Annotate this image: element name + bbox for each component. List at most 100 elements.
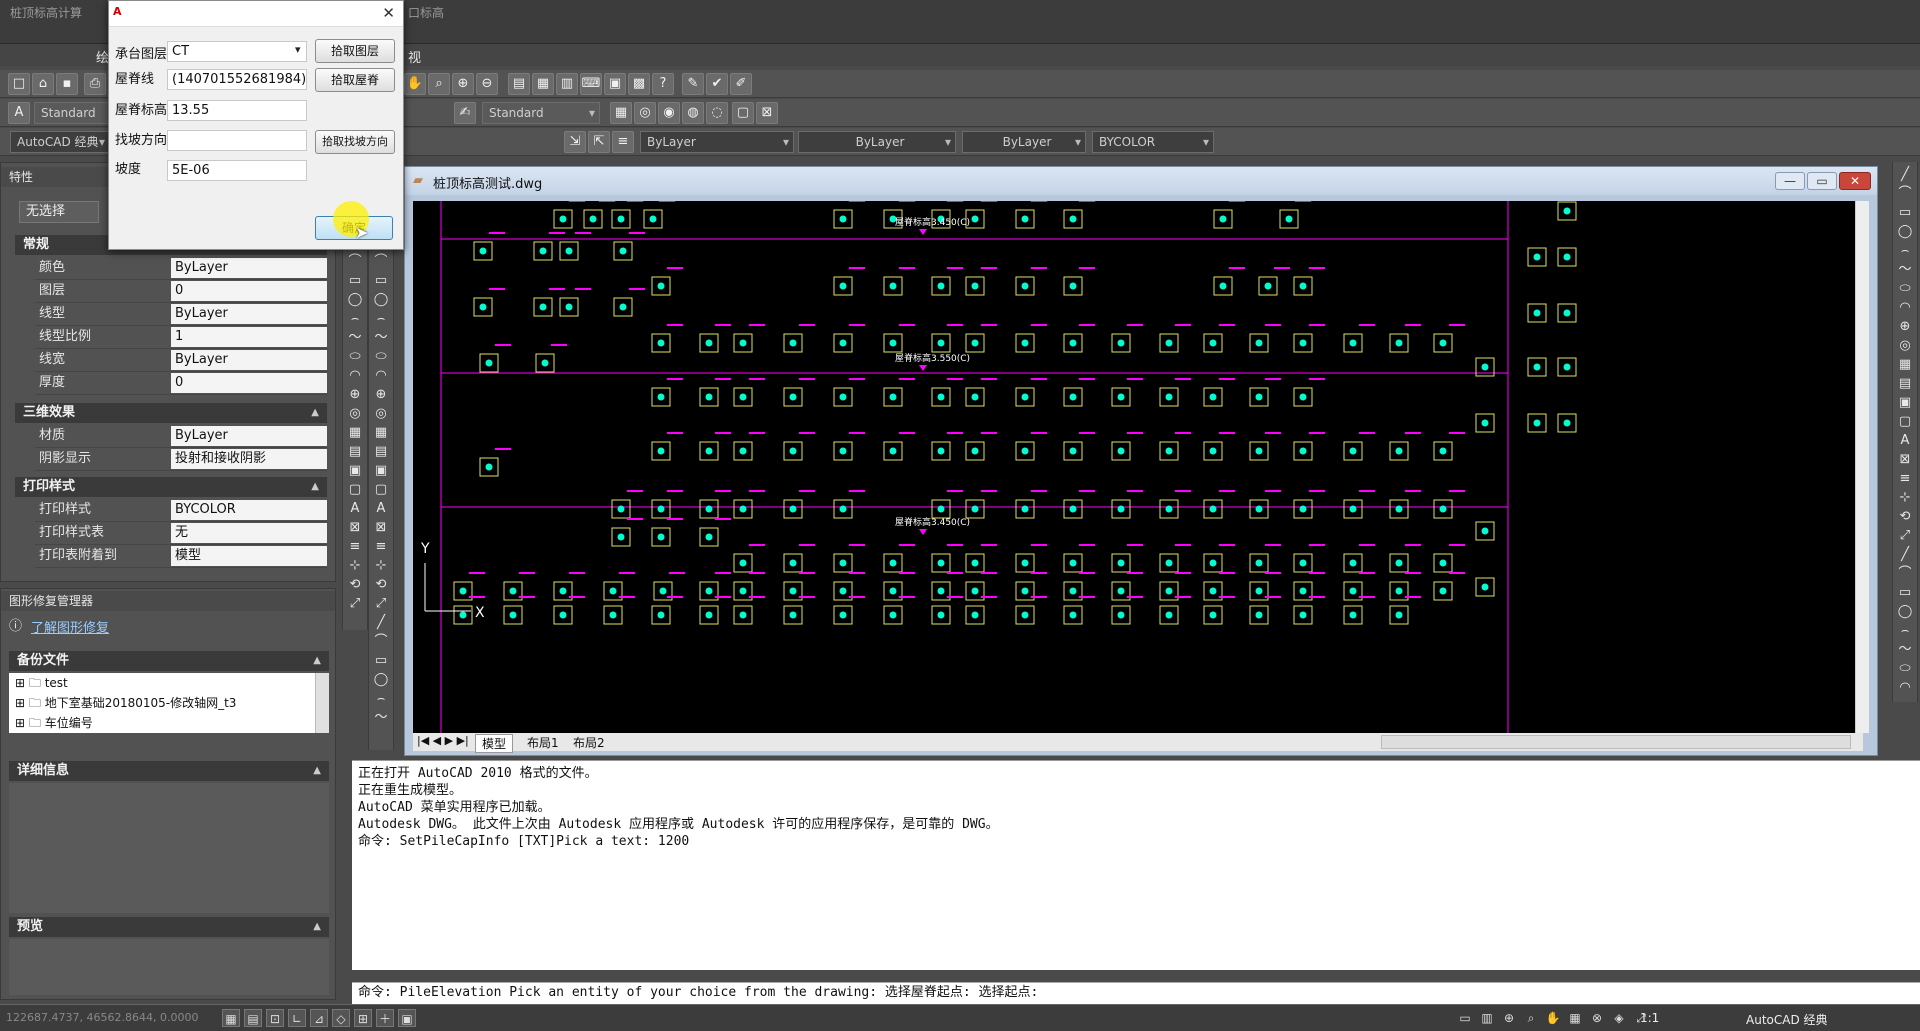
- print-icon[interactable]: ⎙: [84, 73, 106, 95]
- list-scrollbar[interactable]: [315, 673, 329, 733]
- property-row[interactable]: 图层 0: [35, 280, 327, 303]
- property-row[interactable]: 打印样式 BYCOLOR: [35, 499, 327, 522]
- tool-icon[interactable]: ▭: [1896, 584, 1914, 602]
- tool-icon[interactable]: ⬭: [346, 348, 364, 366]
- tool-icon[interactable]: ⊠: [1896, 451, 1914, 469]
- tool-icon[interactable]: ▤: [1896, 375, 1914, 393]
- list-item[interactable]: ⊞ 🗀 车位编号: [15, 714, 93, 735]
- property-value[interactable]: 投射和接收阴影: [171, 449, 327, 469]
- save-icon[interactable]: ▪: [56, 73, 78, 95]
- color-select[interactable]: ByLayer: [640, 131, 794, 153]
- tool-icon[interactable]: ◯: [346, 291, 364, 309]
- tool-icon[interactable]: ⌢: [346, 310, 364, 328]
- tool-icon[interactable]: 〜: [372, 709, 390, 727]
- tool-icon[interactable]: ⬭: [1896, 660, 1914, 678]
- status-toggle-icon[interactable]: ⊞: [354, 1009, 372, 1027]
- 3d-erase-icon[interactable]: ⊠: [756, 102, 778, 124]
- status-toggle-icon[interactable]: ∟: [288, 1009, 306, 1027]
- tool-icon[interactable]: ⤢: [346, 595, 364, 613]
- tool-icon[interactable]: ▣: [372, 462, 390, 480]
- tool-icon[interactable]: 〜: [1896, 641, 1914, 659]
- zoom-window-icon[interactable]: ⊕: [452, 73, 474, 95]
- tool-icon[interactable]: ⟲: [372, 576, 390, 594]
- tool-icon[interactable]: ▢: [346, 481, 364, 499]
- open-file-icon[interactable]: ⌂: [32, 73, 54, 95]
- tool-icon[interactable]: ◯: [372, 671, 390, 689]
- command-line[interactable]: 命令: PileElevation Pick an entity of your…: [352, 982, 1920, 1004]
- table-style-icon[interactable]: ▦: [610, 102, 632, 124]
- tab-layout2[interactable]: 布局2: [567, 734, 611, 751]
- pan-icon[interactable]: ✋: [404, 73, 426, 95]
- vertical-scrollbar[interactable]: [1855, 201, 1869, 733]
- pick-layer-button[interactable]: 拾取图层: [315, 39, 395, 63]
- tool-icon[interactable]: ◯: [1896, 603, 1914, 621]
- section-plot[interactable]: 打印样式 ▲: [15, 477, 327, 497]
- tool-icon[interactable]: ▦: [346, 424, 364, 442]
- plotstyle-select[interactable]: BYCOLOR: [1092, 131, 1214, 153]
- design-center-icon[interactable]: ▦: [532, 73, 554, 95]
- tool-icon[interactable]: ⌒: [372, 253, 390, 271]
- status-tool-icon[interactable]: ▦: [1566, 1009, 1584, 1027]
- new-file-icon[interactable]: □: [8, 73, 30, 95]
- tool-icon[interactable]: ╱: [1896, 546, 1914, 564]
- layer-edit-icon[interactable]: ✐: [730, 73, 752, 95]
- property-row[interactable]: 打印样式表 无: [35, 522, 327, 545]
- layer-select[interactable]: CT: [167, 41, 307, 62]
- tool-icon[interactable]: ◎: [372, 405, 390, 423]
- tool-icon[interactable]: ≡: [1896, 470, 1914, 488]
- property-value[interactable]: ByLayer: [171, 350, 327, 370]
- pick-beam-button[interactable]: 拾取屋脊: [315, 68, 395, 92]
- tool-icon[interactable]: 〜: [372, 329, 390, 347]
- collapse-icon[interactable]: ▲: [313, 651, 321, 671]
- tool-icon[interactable]: ⊹: [346, 557, 364, 575]
- properties-icon[interactable]: ▤: [508, 73, 530, 95]
- direction-field[interactable]: [167, 130, 307, 151]
- lineweight-select[interactable]: ByLayer: [962, 131, 1086, 153]
- dialog-close-icon[interactable]: ✕: [382, 4, 395, 22]
- status-toggle-icon[interactable]: ＋: [376, 1009, 394, 1027]
- pick-direction-button[interactable]: 拾取找坡方向: [315, 130, 395, 154]
- section-3d[interactable]: 三维效果 ▲: [15, 403, 327, 423]
- property-value[interactable]: BYCOLOR: [171, 500, 327, 520]
- status-tool-icon[interactable]: ◈: [1610, 1009, 1628, 1027]
- preview-header[interactable]: 预览 ▲: [9, 917, 329, 937]
- property-value[interactable]: ByLayer: [171, 304, 327, 324]
- layer-lock-icon[interactable]: ◍: [682, 102, 704, 124]
- check-icon[interactable]: ✔: [706, 73, 728, 95]
- layer-prev-icon[interactable]: ⇱: [588, 131, 610, 153]
- status-toggle-icon[interactable]: ▦: [222, 1009, 240, 1027]
- status-toggle-icon[interactable]: ▣: [398, 1009, 416, 1027]
- tool-icon[interactable]: ◠: [1896, 679, 1914, 697]
- layer-freeze-icon[interactable]: ◉: [658, 102, 680, 124]
- sheet-set-icon[interactable]: ⌨: [580, 73, 602, 95]
- status-toggle-icon[interactable]: ⊿: [310, 1009, 328, 1027]
- status-tool-icon[interactable]: ▭: [1456, 1009, 1474, 1027]
- property-value[interactable]: 0: [171, 281, 327, 301]
- 3d-box-icon[interactable]: ▢: [732, 102, 754, 124]
- layer-state-icon[interactable]: ◎: [634, 102, 656, 124]
- help-icon[interactable]: ?: [652, 73, 674, 95]
- property-value[interactable]: 无: [171, 523, 327, 543]
- property-value[interactable]: ByLayer: [171, 258, 327, 278]
- status-tool-icon[interactable]: ▥: [1478, 1009, 1496, 1027]
- property-value[interactable]: 1: [171, 327, 327, 347]
- elevation-field[interactable]: 13.55: [167, 100, 307, 121]
- status-tool-icon[interactable]: ✋: [1544, 1009, 1562, 1027]
- tool-icon[interactable]: ⌢: [1896, 622, 1914, 640]
- tool-icon[interactable]: ▣: [346, 462, 364, 480]
- tool-icon[interactable]: ⌒: [1896, 565, 1914, 583]
- collapse-icon[interactable]: ▲: [311, 477, 319, 497]
- selection-filter[interactable]: 无选择: [19, 201, 99, 223]
- tool-icon[interactable]: ▤: [372, 443, 390, 461]
- tool-icon[interactable]: ⟲: [346, 576, 364, 594]
- tool-icon[interactable]: ⌢: [1896, 242, 1914, 260]
- tool-icon[interactable]: ▭: [1896, 204, 1914, 222]
- tool-icon[interactable]: ▦: [372, 424, 390, 442]
- tool-icon[interactable]: ⬭: [372, 348, 390, 366]
- details-header[interactable]: 详细信息 ▲: [9, 761, 329, 781]
- tool-icon[interactable]: A: [372, 500, 390, 518]
- property-value[interactable]: ByLayer: [171, 426, 327, 446]
- tool-icon[interactable]: ⌒: [1896, 185, 1914, 203]
- property-value[interactable]: 模型: [171, 546, 327, 566]
- tool-icon[interactable]: ◠: [372, 367, 390, 385]
